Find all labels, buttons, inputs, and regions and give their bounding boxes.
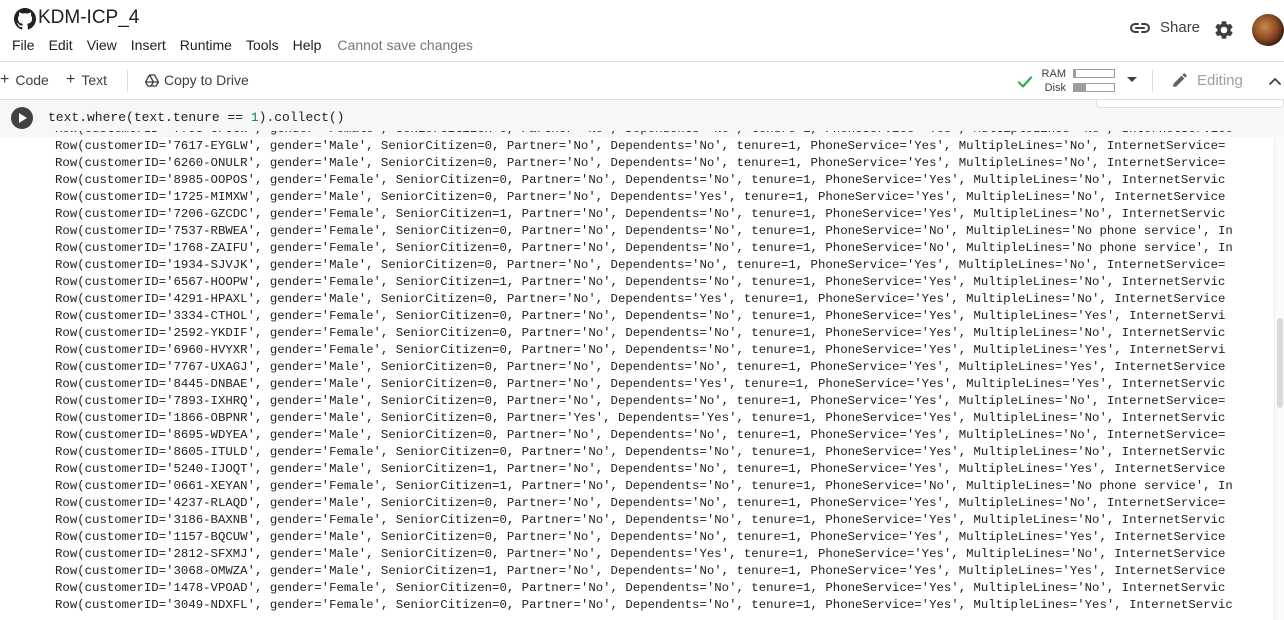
output-row: Row(customerID='1768-ZAIFU', gender='Fem… (55, 241, 1233, 255)
check-icon (1017, 76, 1033, 88)
ram-meter (1073, 69, 1115, 78)
save-status: Cannot save changes (337, 37, 473, 53)
cell-toolbar[interactable] (1096, 100, 1284, 108)
gear-icon[interactable] (1213, 19, 1235, 41)
pencil-icon (1173, 73, 1187, 87)
share-label: Share (1160, 19, 1201, 36)
copy-to-drive-button[interactable]: Copy to Drive (145, 72, 249, 88)
editing-label: Editing (1197, 71, 1243, 89)
cell-output: Row(customerID='7795-CFOCW', gender='Fem… (55, 131, 1274, 620)
drive-icon (145, 73, 159, 87)
menu-bar: File Edit View Insert Runtime Tools Help… (12, 37, 473, 53)
output-row: Row(customerID='7206-GZCDC', gender='Fem… (55, 207, 1226, 221)
menu-tools[interactable]: Tools (246, 37, 279, 53)
output-row: Row(customerID='4237-RLAQD', gender='Mal… (55, 496, 1226, 510)
add-text-button[interactable]: + Text (66, 71, 108, 89)
output-row: Row(customerID='1478-VPOAD', gender='Fem… (55, 581, 1226, 595)
output-row: Row(customerID='3334-CTHOL', gender='Fem… (55, 309, 1226, 323)
output-row: Row(customerID='1866-OBPNR', gender='Mal… (55, 411, 1226, 425)
share-button[interactable]: Share (1130, 19, 1200, 36)
code-text: ).collect() (258, 110, 345, 125)
output-row: Row(customerID='8605-ITULD', gender='Fem… (55, 445, 1226, 459)
menu-view[interactable]: View (87, 37, 117, 53)
disk-meter (1073, 83, 1115, 92)
output-row: Row(customerID='8445-DNBAE', gender='Mal… (55, 377, 1226, 391)
output-row: Row(customerID='4291-HPAXL', gender='Mal… (55, 292, 1226, 306)
output-row: Row(customerID='1725-MIMXW', gender='Mal… (55, 190, 1226, 204)
toolbar-divider (1152, 70, 1153, 92)
editing-mode-button[interactable]: Editing (1171, 71, 1243, 89)
link-icon (1130, 22, 1150, 33)
menu-help[interactable]: Help (293, 37, 322, 53)
output-row: Row(customerID='8985-OOPOS', gender='Fem… (55, 173, 1226, 187)
plus-icon: + (0, 71, 10, 88)
output-row: Row(customerID='3049-NDXFL', gender='Fem… (55, 598, 1233, 612)
output-row: Row(customerID='0661-XEYAN', gender='Fem… (55, 479, 1233, 493)
scrollbar-thumb[interactable] (1277, 318, 1283, 408)
menu-insert[interactable]: Insert (131, 37, 166, 53)
output-row: Row(customerID='7767-UXAGJ', gender='Mal… (55, 360, 1226, 374)
copy-to-drive-label: Copy to Drive (164, 72, 249, 88)
add-code-button[interactable]: + Code (0, 71, 49, 89)
chevron-down-icon[interactable] (1127, 77, 1137, 82)
output-row: Row(customerID='7893-IXHRQ', gender='Mal… (55, 394, 1226, 408)
avatar[interactable] (1252, 14, 1284, 46)
chevron-up-icon[interactable] (1268, 74, 1282, 88)
plus-icon: + (66, 71, 76, 88)
github-icon[interactable] (14, 8, 36, 30)
menu-runtime[interactable]: Runtime (180, 37, 232, 53)
output-row: Row(customerID='2812-SFXMJ', gender='Mal… (55, 547, 1226, 561)
output-row: Row(customerID='7537-RBWEA', gender='Fem… (55, 224, 1233, 238)
resource-labels[interactable]: RAM Disk (1040, 67, 1066, 95)
output-row: Row(customerID='3186-BAXNB', gender='Fem… (55, 513, 1226, 527)
output-row: Row(customerID='7617-EYGLW', gender='Mal… (55, 139, 1226, 153)
output-row: Row(customerID='7795-CFOCW', gender='Fem… (55, 131, 1274, 138)
toolbar-divider (127, 70, 128, 92)
add-text-label: Text (81, 72, 108, 88)
ram-label: RAM (1041, 68, 1066, 80)
output-row: Row(customerID='6260-ONULR', gender='Mal… (55, 156, 1226, 170)
notebook-title[interactable]: KDM-ICP_4 (38, 7, 139, 29)
output-row: Row(customerID='2592-YKDIF', gender='Fem… (55, 326, 1226, 340)
header: KDM-ICP_4 File Edit View Insert Runtime … (0, 0, 1284, 62)
code-line[interactable]: text.where(text.tenure == 1).collect() (48, 110, 344, 125)
toolbar: + Code + Text Copy to Drive RAM Disk Edi… (0, 62, 1284, 100)
menu-file[interactable]: File (12, 37, 35, 53)
output-row: Row(customerID='8695-WDYEA', gender='Mal… (55, 428, 1226, 442)
output-row: Row(customerID='1934-SJVJK', gender='Mal… (55, 258, 1226, 272)
output-row: Row(customerID='3068-OMWZA', gender='Mal… (55, 564, 1226, 578)
disk-label: Disk (1044, 82, 1066, 94)
output-row: Row(customerID='1157-BQCUW', gender='Mal… (55, 530, 1226, 544)
output-row: Row(customerID='6567-HOOPW', gender='Fem… (55, 275, 1226, 289)
run-icon[interactable] (11, 107, 33, 129)
output-row: Row(customerID='6960-HVYXR', gender='Fem… (55, 343, 1226, 357)
add-code-label: Code (15, 72, 49, 88)
code-text: text.where(text.tenure == (48, 110, 251, 125)
menu-edit[interactable]: Edit (49, 37, 73, 53)
output-row: Row(customerID='5240-IJOQT', gender='Mal… (55, 462, 1226, 476)
code-number: 1 (250, 110, 259, 125)
